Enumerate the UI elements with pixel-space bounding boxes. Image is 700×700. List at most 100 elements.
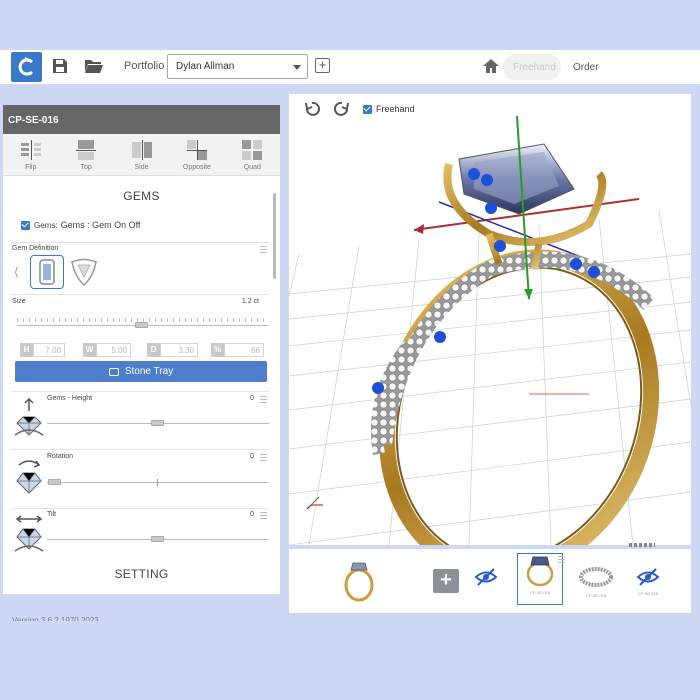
thumbnail-selected[interactable]: CP-SE-016 [517, 553, 565, 605]
tilt-label: Tilt [47, 511, 57, 518]
freehand-checkbox[interactable]: Freehand [363, 104, 415, 114]
thumbnail-caption: CP-SE-016 [585, 593, 607, 598]
stone-tray-label: Stone Tray [124, 366, 174, 377]
gems-toggle-prefix: Gems: [34, 220, 58, 230]
gem-height-icon [14, 397, 44, 436]
size-value: 1.2 ct [241, 298, 259, 305]
thumbnail-band[interactable]: CP-SE-016 [573, 553, 619, 605]
portfolio-select[interactable]: Dylan Allman [167, 54, 308, 79]
opposite-symmetry-icon [186, 140, 207, 160]
gem-rotation-icon [16, 460, 42, 494]
menu-icon[interactable] [260, 512, 267, 519]
tray-icon [108, 367, 119, 376]
symmetry-top-label: Top [80, 164, 92, 171]
gem-shape-trillion[interactable] [69, 255, 99, 289]
symmetry-side-label: Side [134, 164, 149, 171]
divider [11, 449, 269, 450]
eye-slash-icon [636, 568, 660, 586]
add-portfolio-button[interactable]: + [315, 58, 330, 73]
viewport-resize-handle[interactable] [629, 543, 655, 547]
eye-slash-icon [474, 568, 498, 586]
divider [11, 508, 269, 509]
thumbnail-caption: CP-SE-016 [529, 590, 551, 595]
menu-icon[interactable] [558, 556, 565, 563]
gems-toggle-checkbox[interactable]: Gems: Gems : Gem On Off [21, 220, 140, 230]
size-slider-thumb[interactable] [135, 322, 148, 328]
menu-icon[interactable] [260, 396, 267, 403]
gems-height-label: Gems - Height [47, 395, 93, 402]
chevron-left-icon[interactable]: ⟨ [14, 265, 19, 279]
add-design-button[interactable]: + [433, 569, 459, 593]
ring-render [289, 115, 691, 545]
3d-viewport[interactable]: Freehand [289, 94, 691, 545]
top-symmetry-icon [76, 140, 97, 160]
dimension-percent-value: 66 [224, 343, 264, 357]
divider [11, 391, 269, 392]
save-icon[interactable] [50, 56, 70, 76]
trillion-cut-icon [71, 258, 97, 287]
rotation-center-tick [157, 479, 158, 486]
refresh-c-icon [18, 57, 33, 76]
gems-toggle-label: Gems : Gem On Off [60, 220, 141, 230]
thumbnail-hidden-2[interactable]: CP-SE-016 [625, 553, 671, 605]
tab-freehand[interactable]: Freehand [503, 54, 561, 80]
redo-icon[interactable] [333, 100, 351, 118]
viewport-toolbar: Freehand [303, 100, 415, 118]
dimension-height: H 7.00 [20, 343, 65, 357]
portfolio-label: Portfolio [124, 60, 165, 72]
divider [11, 242, 269, 243]
panel-scrollbar[interactable] [273, 193, 276, 279]
rotation-slider-track[interactable] [47, 482, 269, 483]
stone-tray-button[interactable]: Stone Tray [15, 361, 267, 382]
symmetry-quad-button[interactable]: Quad [225, 134, 280, 175]
rotation-value: 0 [250, 453, 254, 460]
emerald-cut-icon [39, 259, 55, 285]
rotation-slider-thumb[interactable] [48, 479, 61, 485]
dimension-depth: D 3.30 [147, 343, 198, 357]
thumbnail-caption: CP-SE-016 [637, 591, 659, 596]
gem-tilt-icon [14, 515, 44, 552]
tilt-value: 0 [250, 511, 254, 518]
app-logo-button[interactable] [11, 52, 42, 82]
symmetry-quad-label: Quad [243, 164, 261, 171]
dimension-height-key: H [20, 343, 33, 357]
open-folder-icon[interactable] [84, 56, 104, 76]
menu-icon[interactable] [260, 454, 267, 461]
setting-section-title: SETTING [114, 567, 169, 581]
dimension-percent: % 66 [211, 343, 264, 357]
dimension-width-value: 5.00 [96, 343, 131, 357]
dimension-percent-key: % [211, 343, 224, 357]
freehand-label: Freehand [376, 104, 415, 114]
symmetry-top-button[interactable]: Top [58, 134, 113, 175]
side-symmetry-icon [131, 140, 152, 160]
ring-preview-icon[interactable] [341, 557, 377, 603]
gem-shape-emerald[interactable] [30, 255, 64, 289]
divider [11, 294, 269, 295]
symmetry-side-button[interactable]: Side [114, 134, 169, 175]
symmetry-flip-button[interactable]: Flip [3, 134, 58, 175]
symmetry-opposite-button[interactable]: Opposite [169, 134, 224, 175]
band-thumbnail-icon [579, 567, 613, 587]
thumbnail-strip: + CP-SE-016 CP-SE-016 CP-SE-016 [289, 549, 691, 613]
checkbox-checked-icon [21, 220, 30, 230]
thumbnail-hidden-1[interactable] [463, 553, 509, 605]
dimension-width: W 5.00 [83, 343, 131, 357]
undo-icon[interactable] [303, 100, 321, 118]
gem-definition-label: Gem Definition [12, 245, 59, 252]
symmetry-opposite-label: Opposite [182, 164, 211, 171]
design-id-header: CP-SE-016 [3, 105, 280, 134]
left-panel: CP-SE-016 Flip Top Side Opposite Quad GE… [3, 105, 280, 594]
dimension-depth-key: D [147, 343, 160, 357]
tab-order[interactable]: Order [563, 54, 609, 80]
portfolio-select-value: Dylan Allman [176, 61, 235, 72]
menu-icon[interactable] [260, 246, 267, 253]
dimension-height-value: 7.00 [33, 343, 65, 357]
symmetry-toolbar: Flip Top Side Opposite Quad [3, 134, 280, 176]
gems-height-value: 0 [250, 395, 254, 402]
tilt-slider-thumb[interactable] [151, 536, 164, 542]
home-icon[interactable] [482, 58, 500, 74]
dimension-width-key: W [83, 343, 96, 357]
gems-section-title: GEMS [123, 189, 160, 203]
gems-height-slider-thumb[interactable] [151, 420, 164, 426]
size-label: Size [12, 298, 26, 305]
